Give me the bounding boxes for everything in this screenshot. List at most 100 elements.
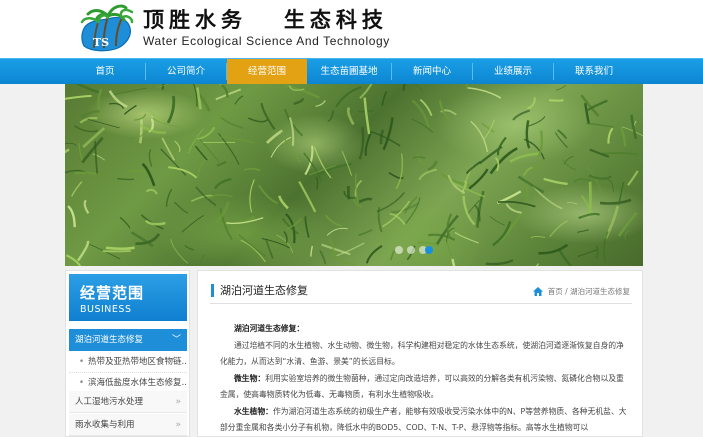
plant-blade	[543, 177, 568, 186]
article-paragraph: 水生植物：作为湖泊河道生态系统的初级生产者，能够有效吸收受污染水体中的N、P等营…	[220, 404, 630, 437]
sidebar-header: 经营范围 BUSINESS	[69, 274, 187, 321]
plant-blade	[562, 159, 577, 171]
plant-blade	[607, 127, 614, 144]
plant-blade	[376, 191, 406, 213]
plant-blade	[166, 95, 176, 124]
main-nav: 首页 公司简介 经营范围 生态苗圃基地 新闻中心 业绩展示 联系我们	[0, 58, 703, 84]
plant-blade	[427, 160, 438, 172]
plant-blade	[446, 241, 453, 256]
plant-blade	[65, 142, 77, 147]
slider-dot[interactable]	[395, 246, 403, 254]
plant-blade	[468, 168, 489, 190]
plant-blade	[249, 179, 255, 213]
plant-blade	[538, 243, 569, 255]
plant-blade	[128, 170, 150, 173]
main-content: 湖泊河道生态修复 首页 / 湖泊河道生态修复 湖泊河道生态修复： 通过培植不同的…	[197, 270, 643, 437]
nav-item-nursery[interactable]: 生态苗圃基地	[307, 59, 391, 84]
plant-blade	[194, 145, 208, 161]
plant-blade	[346, 106, 355, 126]
sidebar-item-label: 雨水收集与利用	[75, 420, 135, 430]
plant-blade	[315, 100, 326, 108]
plant-blade	[595, 245, 599, 259]
plant-blade	[584, 102, 591, 125]
company-name-en: Water Ecological Science And Technology	[143, 34, 390, 48]
plant-blade	[588, 174, 613, 180]
plant-blade	[577, 249, 598, 258]
plant-blade	[156, 84, 170, 88]
paragraph-text: 利用实验室培养的微生物菌种，通过定向改造培养，可以高效的分解各类有机污染物、氮磷…	[220, 373, 624, 400]
plant-blade	[65, 148, 70, 154]
plant-blade	[577, 229, 589, 233]
sidebar-subitem-tropical[interactable]: 热带及亚热带地区食物链...	[69, 351, 187, 373]
plant-blade	[140, 214, 164, 230]
title-divider	[210, 303, 632, 304]
plant-blade	[65, 227, 75, 233]
sidebar-item-lake-restoration[interactable]: 湖泊河道生态修复 ﹀	[69, 329, 187, 351]
plant-blade	[74, 125, 98, 133]
sidebar-item-rainwater[interactable]: 雨水收集与利用 »	[69, 414, 187, 436]
plant-blade	[216, 160, 227, 167]
plant-blade	[535, 263, 540, 266]
plant-blade	[382, 117, 394, 151]
plant-blade	[200, 254, 206, 266]
plant-blade	[197, 156, 211, 179]
plant-blade	[184, 244, 195, 251]
plant-blade	[234, 95, 244, 105]
plant-blade	[586, 122, 614, 128]
slider-dot-active[interactable]	[425, 246, 433, 254]
breadcrumb-current: 湖泊河道生态修复	[570, 287, 630, 296]
plant-blade	[389, 249, 396, 261]
plant-blade	[580, 195, 589, 210]
plant-blade	[578, 212, 601, 220]
plant-blade	[83, 199, 90, 214]
plant-blade	[145, 219, 166, 226]
plant-blade	[113, 87, 148, 96]
breadcrumb: 首页 / 湖泊河道生态修复	[532, 286, 630, 298]
plant-blade	[65, 254, 82, 266]
plant-blade	[321, 243, 351, 256]
company-logo[interactable]: TS	[76, 2, 134, 54]
plant-blade	[165, 188, 173, 207]
nav-item-projects[interactable]: 业绩展示	[473, 59, 553, 84]
plant-blade	[92, 153, 106, 161]
plant-blade	[451, 258, 456, 266]
plant-blade	[413, 84, 424, 93]
plant-blade	[260, 102, 276, 130]
plant-blade	[219, 84, 223, 86]
slider-dots	[395, 246, 445, 256]
plant-blade	[117, 177, 135, 181]
plant-blade	[369, 130, 401, 147]
nav-item-about[interactable]: 公司简介	[146, 59, 226, 84]
slider-dot[interactable]	[407, 246, 415, 254]
plant-blade	[617, 211, 638, 237]
nav-item-contact[interactable]: 联系我们	[554, 59, 634, 84]
plant-blade	[247, 117, 268, 123]
nav-item-home[interactable]: 首页	[65, 59, 145, 84]
plant-blade	[465, 161, 481, 175]
plant-blade	[270, 136, 292, 158]
plant-blade	[170, 239, 189, 264]
plant-blade	[602, 152, 639, 156]
plant-blade	[627, 170, 639, 186]
sidebar-title-cn: 经营范围	[80, 284, 145, 302]
plant-blade	[326, 227, 348, 236]
plant-blade	[558, 248, 573, 266]
home-icon[interactable]	[532, 287, 543, 298]
plant-blade	[588, 181, 592, 216]
breadcrumb-home[interactable]: 首页	[548, 287, 563, 296]
plant-blade	[527, 116, 546, 127]
plant-blade	[381, 90, 388, 106]
plant-blade	[462, 195, 476, 226]
chevron-right-icon: »	[175, 397, 181, 407]
plant-blade	[75, 171, 97, 176]
sidebar-item-label: 湖泊河道生态修复	[75, 335, 144, 345]
nav-item-news[interactable]: 新闻中心	[392, 59, 472, 84]
sidebar-item-wetland[interactable]: 人工湿地污水处理 »	[69, 391, 187, 413]
plant-blade	[489, 215, 505, 226]
hero-banner[interactable]	[65, 84, 643, 266]
plant-blade	[555, 85, 567, 91]
plant-blade	[77, 240, 90, 262]
nav-item-business[interactable]: 经营范围	[227, 59, 307, 84]
plant-blade	[208, 103, 233, 130]
page-title: 湖泊河道生态修复	[220, 284, 308, 297]
